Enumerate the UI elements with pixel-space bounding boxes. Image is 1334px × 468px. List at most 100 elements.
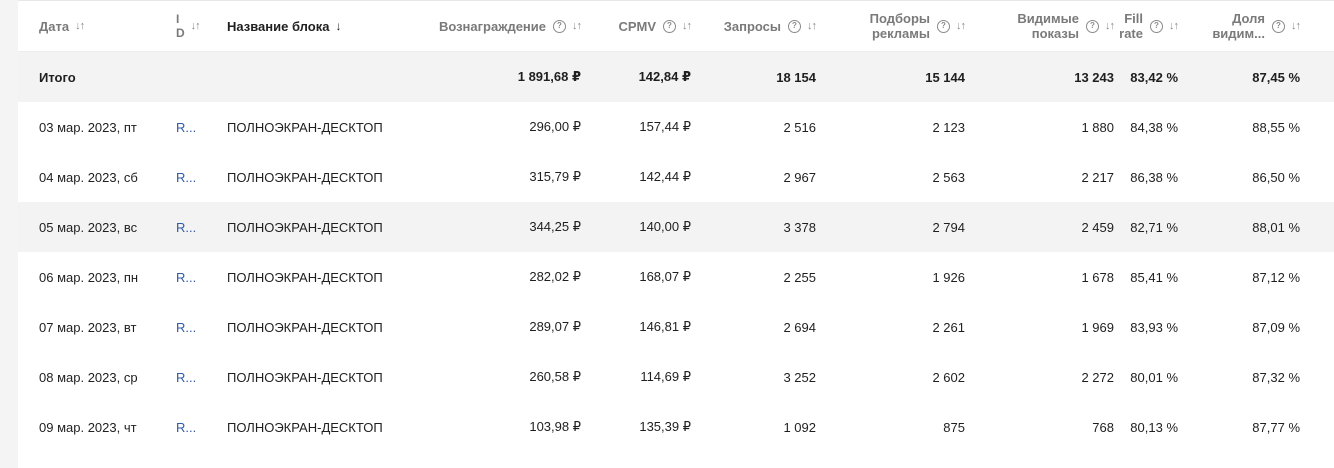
row-fillrate: 83,93 % bbox=[1130, 319, 1178, 335]
column-header-fillrate-label-line1: Fill bbox=[1124, 11, 1143, 26]
row-id-link[interactable]: R... bbox=[174, 352, 224, 402]
row-matches: 2 123 bbox=[932, 119, 965, 135]
row-reward: 315,79 ₽ bbox=[529, 169, 581, 184]
info-icon[interactable]: ? bbox=[1272, 19, 1285, 33]
row-matches: 2 602 bbox=[932, 369, 965, 385]
column-header-id-label-line2: D bbox=[176, 26, 185, 40]
info-icon[interactable]: ? bbox=[1086, 19, 1099, 33]
row-date: 04 мар. 2023, сб bbox=[39, 169, 138, 185]
sort-arrows-icon[interactable]: ↓↑ bbox=[572, 19, 582, 34]
row-date: 09 мар. 2023, чт bbox=[39, 419, 137, 435]
column-header-id-label-line1: I bbox=[176, 12, 180, 26]
row-date: 08 мар. 2023, ср bbox=[39, 369, 138, 385]
row-fillrate: 80,01 % bbox=[1130, 369, 1178, 385]
statistics-table: Дата ↓↑ I D ↓↑ Название блока ↓ Вознагра… bbox=[18, 0, 1334, 468]
row-cpmv: 135,39 ₽ bbox=[639, 419, 691, 434]
table-row: 04 мар. 2023, сб R... ПОЛНОЭКРАН-ДЕСКТОП 31… bbox=[18, 152, 1334, 202]
row-block-name: ПОЛНОЭКРАН-ДЕСКТОП bbox=[227, 369, 383, 385]
info-icon[interactable]: ? bbox=[663, 19, 676, 33]
info-icon[interactable]: ? bbox=[937, 19, 950, 33]
row-visible: 1 880 bbox=[1081, 119, 1114, 135]
row-block-name: ПОЛНОЭКРАН-ДЕСКТОП bbox=[227, 419, 383, 435]
row-id-link[interactable]: R... bbox=[174, 202, 224, 252]
table-row: 07 мар. 2023, вт R... ПОЛНОЭКРАН-ДЕСКТОП 28… bbox=[18, 302, 1334, 352]
total-share: 87,45 % bbox=[1252, 69, 1300, 85]
row-block-name: ПОЛНОЭКРАН-ДЕСКТОП bbox=[227, 169, 383, 185]
row-requests: 2 255 bbox=[783, 269, 816, 285]
column-header-date[interactable]: Дата ↓↑ bbox=[18, 1, 174, 51]
column-header-date-label: Дата bbox=[39, 18, 70, 34]
row-fillrate: 82,71 % bbox=[1130, 219, 1178, 235]
column-header-fillrate[interactable]: Fill rate ? ↓↑ bbox=[1114, 1, 1179, 51]
sort-arrows-icon[interactable]: ↓↑ bbox=[1105, 19, 1115, 34]
row-share: 87,09 % bbox=[1252, 319, 1300, 335]
row-cpmv: 114,69 ₽ bbox=[640, 369, 691, 384]
row-requests: 2 967 bbox=[783, 169, 816, 185]
sort-arrows-icon[interactable]: ↓↑ bbox=[956, 19, 966, 34]
row-matches: 2 261 bbox=[932, 319, 965, 335]
row-cpmv: 146,81 ₽ bbox=[639, 319, 691, 334]
row-cpmv: 157,44 ₽ bbox=[639, 119, 691, 134]
row-visible: 2 459 bbox=[1081, 219, 1114, 235]
column-header-matches-label-line2: рекламы bbox=[871, 26, 930, 41]
total-fillrate: 83,42 % bbox=[1130, 69, 1178, 85]
row-share: 87,77 % bbox=[1252, 419, 1300, 435]
column-header-matches-label-line1: Подборы bbox=[869, 11, 930, 26]
sort-arrows-icon[interactable]: ↓↑ bbox=[1291, 19, 1301, 34]
row-date: 06 мар. 2023, пн bbox=[39, 269, 139, 285]
row-block-name: ПОЛНОЭКРАН-ДЕСКТОП bbox=[227, 269, 383, 285]
row-visible: 1 969 bbox=[1081, 319, 1114, 335]
sort-arrows-icon[interactable]: ↓↑ bbox=[807, 19, 817, 34]
row-id-link[interactable]: R... bbox=[174, 252, 224, 302]
row-block-name: ПОЛНОЭКРАН-ДЕСКТОП bbox=[227, 219, 383, 235]
info-icon[interactable]: ? bbox=[1150, 19, 1163, 33]
column-header-share-label-line1: Доля bbox=[1232, 11, 1265, 26]
row-requests: 3 252 bbox=[783, 369, 816, 385]
row-reward: 344,25 ₽ bbox=[529, 219, 581, 234]
column-header-share-label-line2: видим... bbox=[1212, 26, 1265, 41]
column-header-reward-label: Вознаграждение bbox=[438, 18, 546, 34]
total-requests: 18 154 bbox=[776, 69, 816, 85]
total-cpmv: 142,84 ₽ bbox=[638, 69, 691, 84]
sort-arrows-icon[interactable]: ↓↑ bbox=[191, 19, 201, 34]
sort-arrows-icon[interactable]: ↓↑ bbox=[1169, 19, 1179, 34]
info-icon[interactable]: ? bbox=[553, 19, 566, 33]
table-row: 05 мар. 2023, вс R... ПОЛНОЭКРАН-ДЕСКТОП 34… bbox=[18, 202, 1334, 252]
column-header-visible-label-line2: показы bbox=[1031, 26, 1079, 41]
row-id-link[interactable]: R... bbox=[174, 402, 224, 452]
column-header-reward[interactable]: Вознаграждение ? ↓↑ bbox=[411, 1, 582, 51]
row-cpmv: 168,07 ₽ bbox=[639, 269, 691, 284]
column-header-cpmv[interactable]: CPMV ? ↓↑ bbox=[581, 1, 692, 51]
column-header-name-label: Название блока bbox=[227, 18, 330, 34]
row-visible: 1 678 bbox=[1081, 269, 1114, 285]
sort-arrows-icon[interactable]: ↓↑ bbox=[75, 19, 85, 34]
row-id-link[interactable]: R... bbox=[174, 152, 224, 202]
column-header-cpmv-label: CPMV bbox=[618, 18, 656, 34]
column-header-requests-label: Запросы bbox=[723, 18, 781, 34]
row-id-link[interactable]: R... bbox=[174, 102, 224, 152]
row-share: 86,50 % bbox=[1252, 169, 1300, 185]
row-date: 05 мар. 2023, вс bbox=[39, 219, 138, 235]
sort-down-icon[interactable]: ↓ bbox=[335, 19, 341, 34]
column-header-requests[interactable]: Запросы ? ↓↑ bbox=[691, 1, 817, 51]
row-matches: 2 794 bbox=[932, 219, 965, 235]
column-header-matches[interactable]: Подборы рекламы ? ↓↑ bbox=[816, 1, 966, 51]
row-matches: 875 bbox=[943, 419, 965, 435]
row-reward: 103,98 ₽ bbox=[529, 419, 581, 434]
table-header: Дата ↓↑ I D ↓↑ Название блока ↓ Вознагра… bbox=[18, 1, 1334, 52]
total-reward: 1 891,68 ₽ bbox=[517, 69, 581, 84]
column-header-name[interactable]: Название блока ↓ bbox=[224, 1, 411, 51]
row-matches: 2 563 bbox=[932, 169, 965, 185]
row-share: 87,32 % bbox=[1252, 369, 1300, 385]
table-row: 08 мар. 2023, ср R... ПОЛНОЭКРАН-ДЕСКТОП 26… bbox=[18, 352, 1334, 402]
row-share: 88,01 % bbox=[1252, 219, 1300, 235]
row-requests: 3 378 bbox=[783, 219, 816, 235]
row-id-link[interactable]: R... bbox=[174, 302, 224, 352]
sort-arrows-icon[interactable]: ↓↑ bbox=[682, 19, 692, 34]
column-header-share[interactable]: Доля видим... ? ↓↑ bbox=[1178, 1, 1301, 51]
info-icon[interactable]: ? bbox=[788, 19, 801, 33]
column-header-id[interactable]: I D ↓↑ bbox=[174, 1, 224, 51]
column-header-visible[interactable]: Видимые показы ? ↓↑ bbox=[965, 1, 1115, 51]
total-matches: 15 144 bbox=[925, 69, 965, 85]
row-requests: 2 694 bbox=[783, 319, 816, 335]
